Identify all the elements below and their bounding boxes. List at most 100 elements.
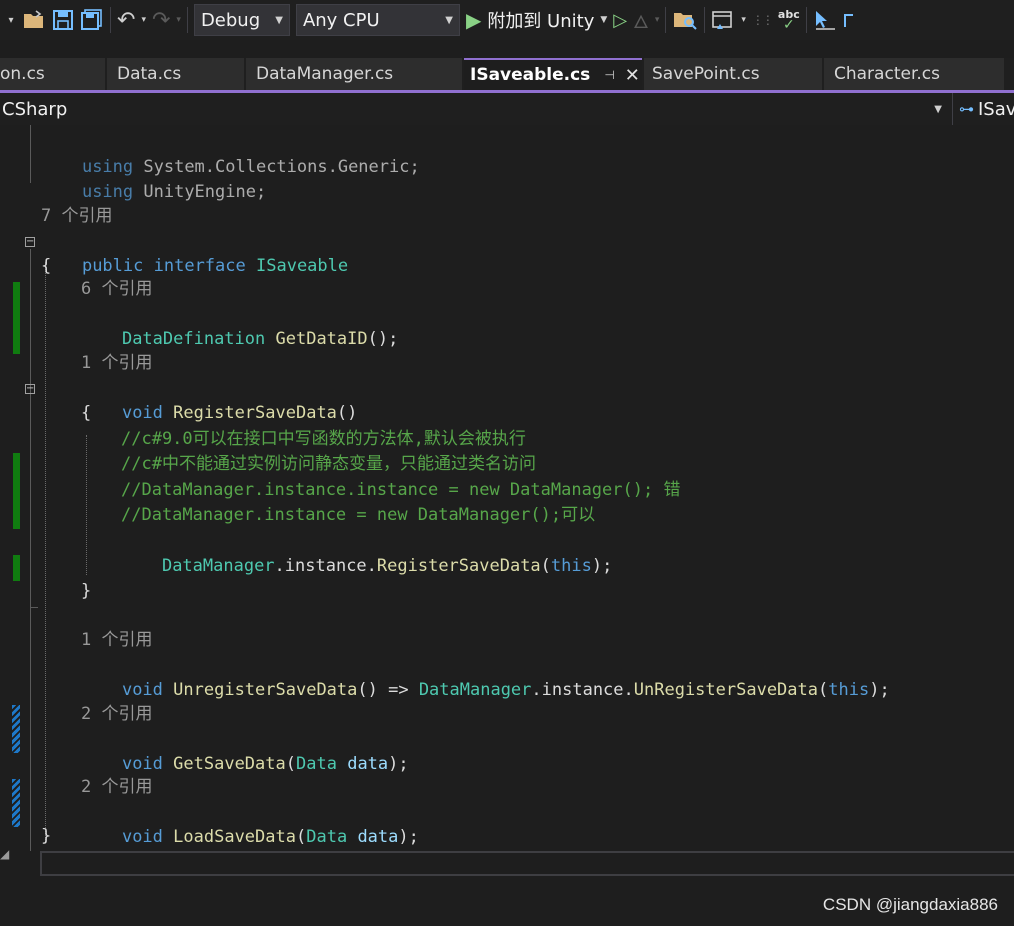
- code-text: );: [388, 754, 409, 774]
- outline-guide: [30, 125, 31, 183]
- method-name: RegisterSaveData: [376, 556, 541, 576]
- horizontal-scrollbar[interactable]: [40, 851, 1014, 876]
- tab-on-cs[interactable]: on.cs: [0, 58, 105, 90]
- method-name: GetDataID: [275, 329, 368, 349]
- change-marker: [12, 779, 20, 827]
- project-dropdown[interactable]: CSharp ▼: [0, 93, 950, 125]
- keyword: public: [81, 256, 144, 276]
- keyword: interface: [153, 256, 246, 276]
- codelens-references[interactable]: 1 个引用: [81, 351, 152, 376]
- keyword: void: [121, 403, 163, 423]
- play-icon[interactable]: ▶: [466, 7, 481, 33]
- solution-config-select[interactable]: Debug ▼: [193, 4, 290, 36]
- undo-dropdown-icon[interactable]: ▾: [141, 7, 146, 33]
- indent-guide: [86, 435, 87, 575]
- customize-dropdown-icon[interactable]: ▾: [741, 7, 746, 33]
- keyword: this: [550, 556, 592, 576]
- code-line: DataManager.instance.RegisterSaveData(th…: [121, 529, 612, 576]
- code-text: ();: [367, 329, 399, 349]
- tab-character-cs[interactable]: Character.cs: [824, 58, 1004, 90]
- method-name: UnregisterSaveData: [173, 680, 358, 700]
- code-text: (: [295, 827, 307, 847]
- hot-reload-icon[interactable]: 🜂: [633, 7, 649, 33]
- type-name: Data: [306, 827, 348, 847]
- code-text: (: [818, 680, 829, 700]
- keyword: this: [828, 680, 870, 700]
- tab-label: on.cs: [0, 64, 45, 84]
- pin-icon[interactable]: ⊣: [604, 68, 614, 82]
- toolbar-separator: [186, 7, 188, 33]
- code-text: (: [285, 754, 296, 774]
- resize-grip-icon[interactable]: ◢: [0, 847, 9, 861]
- keyword: void: [121, 680, 163, 700]
- overflow-arrow-icon[interactable]: ▾: [6, 7, 16, 33]
- code-line: using System.Collections.Generic;: [41, 130, 420, 177]
- type-name: DataManager: [418, 680, 532, 700]
- start-without-debug-icon[interactable]: ▷: [613, 7, 627, 33]
- code-editor[interactable]: − − using System.Collections.Generic; us…: [0, 125, 1014, 926]
- platform-value: Any CPU: [302, 9, 380, 31]
- tab-label: DataManager.cs: [256, 64, 394, 84]
- code-text: (: [540, 556, 551, 576]
- check-icon: ✓: [782, 17, 795, 33]
- code-comment: //DataManager.instance = new DataManager…: [121, 505, 596, 525]
- hot-reload-dropdown-icon[interactable]: ▾: [655, 7, 660, 33]
- codelens-references[interactable]: 1 个引用: [81, 628, 152, 653]
- outline-guide: [30, 607, 38, 608]
- select-cursor-icon[interactable]: [813, 7, 837, 33]
- tab-label: ISaveable.cs: [470, 65, 591, 85]
- keyword: void: [121, 827, 163, 847]
- undo-icon[interactable]: ↶: [117, 7, 135, 33]
- spell-check-icon[interactable]: abc ✓: [778, 7, 800, 33]
- save-all-icon[interactable]: [80, 7, 104, 33]
- browser-window-icon[interactable]: [711, 7, 735, 33]
- code-text: UnityEngine;: [133, 182, 267, 202]
- code-line: DataDefination GetDataID();: [81, 302, 398, 349]
- codelens-references[interactable]: 2 个引用: [81, 702, 152, 727]
- tab-datamanager-cs[interactable]: DataManager.cs: [246, 58, 462, 90]
- code-line: void RegisterSaveData(): [81, 376, 357, 423]
- member-dropdown[interactable]: ⊶ ISav: [952, 93, 1014, 125]
- code-text: .instance.: [274, 556, 377, 576]
- type-name: ISaveable: [256, 256, 349, 276]
- codelens-references[interactable]: 2 个引用: [81, 775, 152, 800]
- codelens-references[interactable]: 6 个引用: [81, 277, 152, 302]
- tab-savepoint-cs[interactable]: SavePoint.cs: [644, 58, 822, 90]
- keyword: using: [81, 182, 134, 202]
- close-icon[interactable]: ✕: [625, 65, 640, 86]
- parameter-name: data: [347, 754, 389, 774]
- save-icon[interactable]: [52, 7, 74, 33]
- collapse-toggle-icon[interactable]: −: [25, 237, 35, 247]
- collapse-toggle-icon[interactable]: −: [25, 384, 35, 394]
- tab-data-cs[interactable]: Data.cs: [107, 58, 244, 90]
- change-marker: [13, 453, 20, 529]
- code-line: {: [41, 256, 52, 276]
- open-folder-icon[interactable]: [22, 7, 46, 33]
- main-toolbar: ▾ ↶ ▾ ↷ ▾ Debug ▼ Any CPU ▼ ▶ 附加到 Unity …: [0, 0, 1014, 40]
- tab-label: SavePoint.cs: [652, 64, 760, 84]
- redo-icon[interactable]: ↷: [152, 7, 170, 33]
- toolbar-separator: [704, 7, 706, 33]
- code-line: {: [81, 403, 92, 423]
- method-name: GetSaveData: [173, 754, 286, 774]
- code-line: void LoadSaveData(Data data);: [81, 800, 419, 847]
- change-marker: [13, 282, 20, 354]
- code-line: }: [81, 581, 92, 601]
- code-line: void GetSaveData(Data data);: [81, 727, 409, 774]
- export-icon[interactable]: [843, 7, 855, 33]
- codelens-references[interactable]: 7 个引用: [41, 204, 112, 229]
- attach-dropdown-icon[interactable]: ▼: [600, 7, 607, 33]
- toolbar-separator: [805, 7, 807, 33]
- outline-guide: [30, 394, 31, 607]
- keyword: void: [121, 754, 163, 774]
- folder-search-icon[interactable]: [672, 7, 698, 33]
- tab-isaveable-cs[interactable]: ISaveable.cs ⊣ ✕: [464, 58, 642, 90]
- redo-dropdown-icon[interactable]: ▾: [176, 7, 181, 33]
- tab-label: Data.cs: [117, 64, 182, 84]
- method-name: RegisterSaveData: [173, 403, 337, 423]
- platform-select[interactable]: Any CPU ▼: [295, 4, 460, 36]
- type-name: DataDefination: [121, 329, 266, 349]
- code-line: }: [41, 826, 52, 846]
- attach-unity-button[interactable]: 附加到 Unity: [487, 7, 594, 33]
